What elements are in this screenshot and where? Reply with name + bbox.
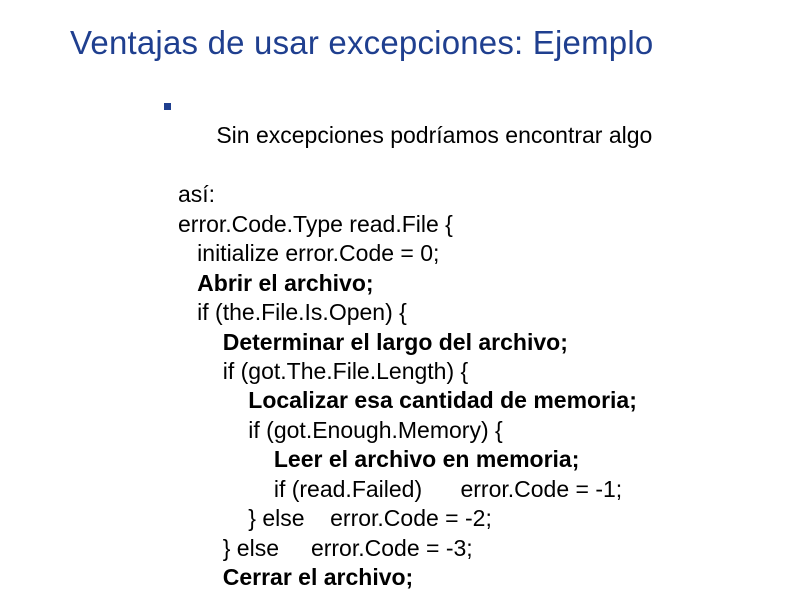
code-text: if (read.Failed) error.Code = -1; [178, 476, 622, 502]
code-line: initialize error.Code = 0; [178, 239, 675, 268]
code-indent [178, 446, 274, 472]
code-text: } else error.Code = -2; [178, 505, 492, 531]
code-line: Determinar el largo del archivo; [178, 328, 675, 357]
code-indent [178, 387, 248, 413]
code-indent [178, 270, 197, 296]
code-line: if (the.File.Is.Open) { [178, 298, 675, 327]
code-text-bold: Leer el archivo en memoria; [274, 446, 580, 472]
code-text-bold: Localizar esa cantidad de memoria; [248, 387, 637, 413]
code-line: error.Code.Type read.File { [178, 210, 675, 239]
code-text-bold: Abrir el archivo; [197, 270, 373, 296]
code-text: if (the.File.Is.Open) { [178, 299, 407, 325]
intro-line-1: Sin excepciones podríamos encontrar algo [178, 92, 675, 180]
code-line: } else error.Code = -2; [178, 504, 675, 533]
code-text: if (got.Enough.Memory) { [178, 417, 503, 443]
bullet-icon [164, 103, 171, 110]
intro-text-1: Sin excepciones podríamos encontrar algo [216, 122, 652, 148]
code-indent [178, 329, 223, 355]
code-line: Leer el archivo en memoria; [178, 445, 675, 474]
code-text-bold: Determinar el largo del archivo; [223, 329, 568, 355]
code-line: Localizar esa cantidad de memoria; [178, 386, 675, 415]
code-line: if (got.The.File.Length) { [178, 357, 675, 386]
code-line: Abrir el archivo; [178, 269, 675, 298]
code-text: } else error.Code = -3; [178, 535, 473, 561]
intro-line-2: así: [178, 180, 675, 209]
code-line: if (read.Failed) error.Code = -1; [178, 475, 675, 504]
code-line: if (got.Enough.Memory) { [178, 416, 675, 445]
slide-title: Ventajas de usar excepciones: Ejemplo [70, 24, 653, 62]
code-text: error.Code.Type read.File { [178, 211, 453, 237]
slide: Ventajas de usar excepciones: Ejemplo Si… [0, 0, 794, 595]
slide-body: Sin excepciones podríamos encontrar algo… [178, 92, 675, 595]
code-text: if (got.The.File.Length) { [178, 358, 468, 384]
code-text: initialize error.Code = 0; [178, 240, 439, 266]
code-line: Cerrar el archivo; [178, 563, 675, 592]
code-text-bold: Cerrar el archivo; [223, 564, 413, 590]
code-indent [178, 564, 223, 590]
code-line: } else error.Code = -3; [178, 534, 675, 563]
